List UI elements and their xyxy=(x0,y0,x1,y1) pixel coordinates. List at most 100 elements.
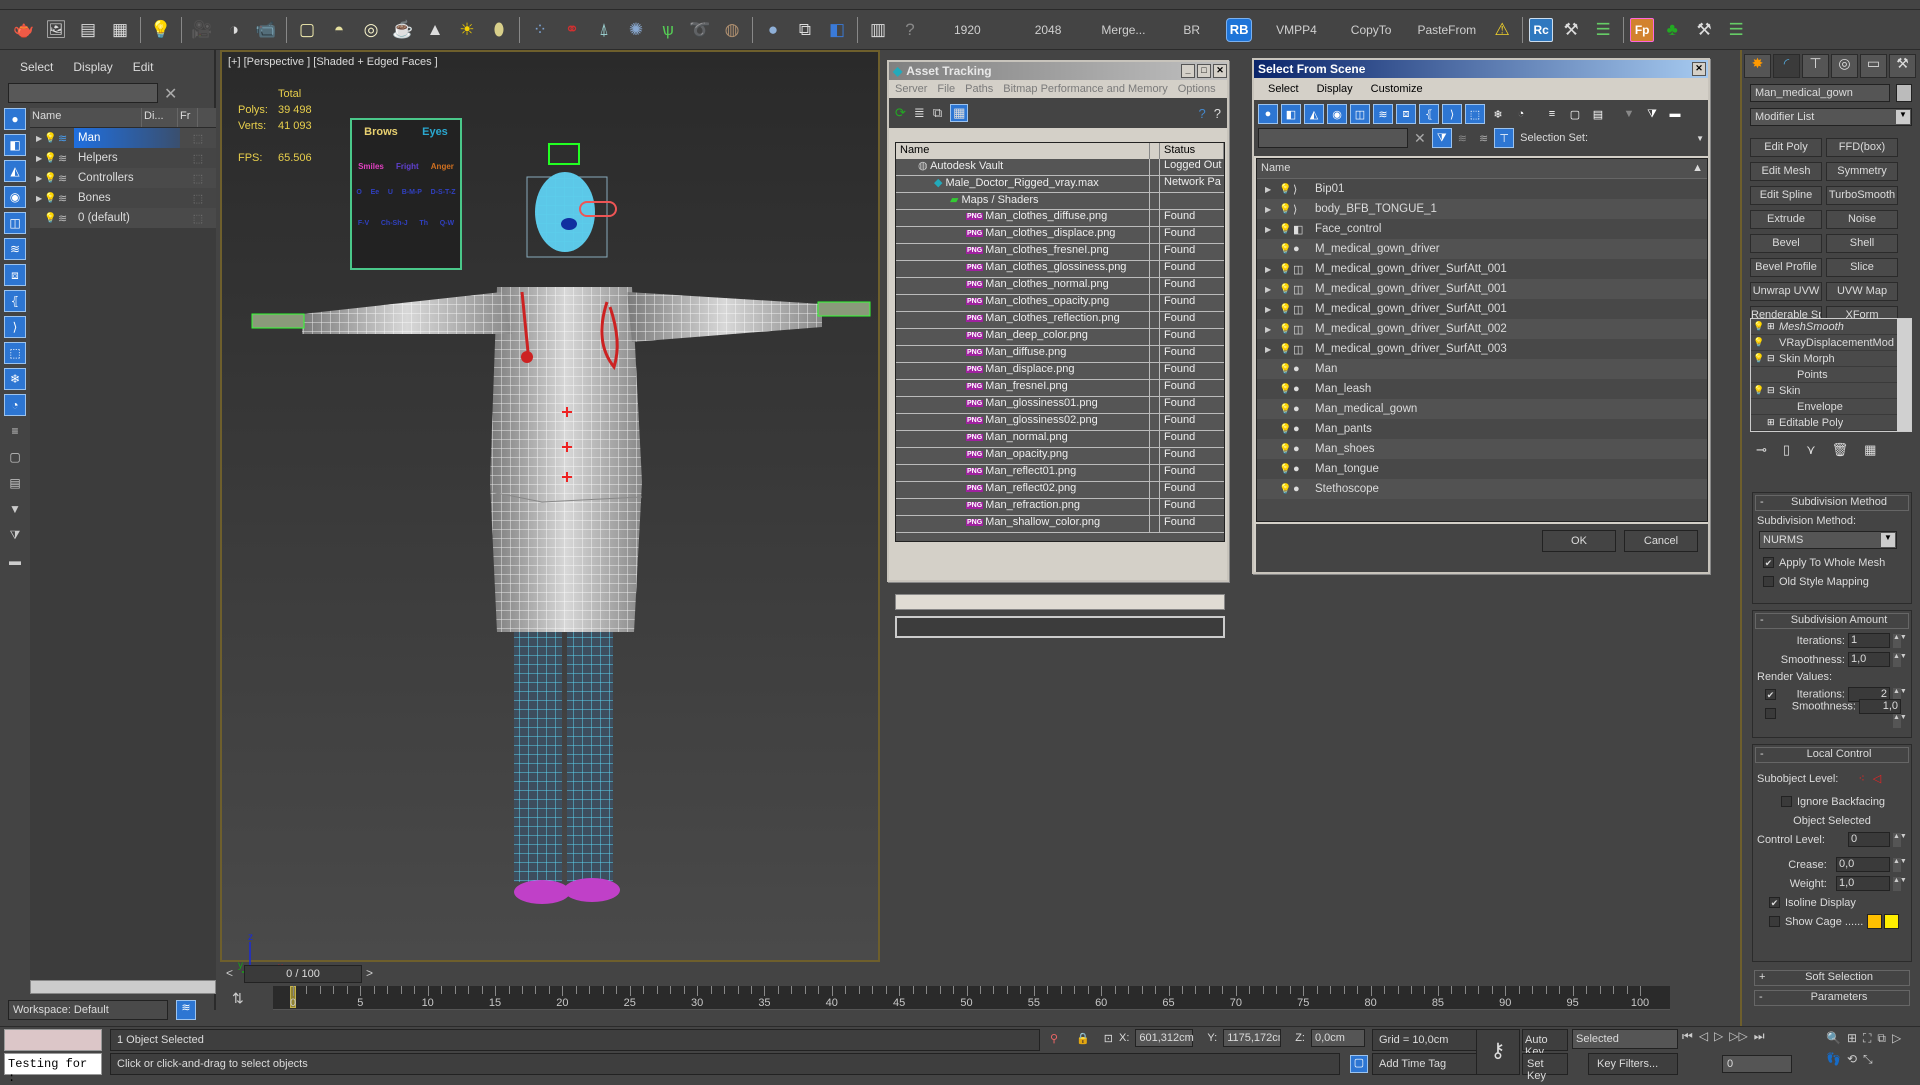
visibility-bulb-icon[interactable]: 💡 xyxy=(1279,204,1293,215)
scene-search-input[interactable] xyxy=(8,83,158,103)
copyto-button[interactable]: CopyTo xyxy=(1343,16,1400,44)
isolate-selection-icon[interactable]: ⚲ xyxy=(1050,1032,1058,1045)
asset-row[interactable]: PNG Man_shallow_color.png Found xyxy=(896,516,1224,533)
asset-row[interactable]: PNG Man_clothes_fresneI.png Found xyxy=(896,244,1224,261)
menu-display[interactable]: Display xyxy=(73,60,112,80)
key-filters-button[interactable]: Key Filters... xyxy=(1588,1053,1678,1075)
group-filter-icon[interactable]: ⧈ xyxy=(4,264,26,286)
hierarchy-tab-icon[interactable]: ⊤ xyxy=(1802,54,1829,78)
teapot-icon[interactable]: 🫖 xyxy=(10,16,38,44)
expand-arrow-icon[interactable]: ▶ xyxy=(1257,285,1279,294)
menu-edit[interactable]: Edit xyxy=(133,60,154,80)
geometry-filter-icon[interactable]: ● xyxy=(4,108,26,130)
zoom-icon[interactable]: 🔍 xyxy=(1826,1031,1841,1046)
rig-icon[interactable]: ⍋ xyxy=(590,16,618,44)
motion-tab-icon[interactable]: ◎ xyxy=(1831,54,1858,78)
scene-object-row[interactable]: 💡 ● Man_tongue xyxy=(1257,459,1707,479)
select-from-scene-titlebar[interactable]: Select From Scene ✕ xyxy=(1254,60,1708,78)
layer-icon[interactable]: ▥ xyxy=(864,16,892,44)
tools-icon[interactable]: ⚒ xyxy=(1557,16,1585,44)
crease-spinner[interactable]: 0,0 xyxy=(1836,857,1890,872)
list-view-icon[interactable]: ≣ xyxy=(914,105,925,121)
spinner-arrows[interactable]: ▲▼ xyxy=(1893,857,1907,872)
display-box-icon[interactable]: ⬚ xyxy=(180,152,216,165)
pin-stack-icon[interactable]: ⊸ xyxy=(1756,442,1767,458)
scene-object-row[interactable]: 💡 ● Man_leash xyxy=(1257,379,1707,399)
filter-icon[interactable]: ▼ xyxy=(4,498,26,520)
visibility-bulb-icon[interactable]: 💡 xyxy=(1279,344,1293,355)
shape-filter-icon[interactable]: ◧ xyxy=(1281,104,1301,124)
modifier-button[interactable]: Edit Mesh xyxy=(1750,162,1822,181)
visibility-bulb-icon[interactable]: 💡 xyxy=(1279,264,1293,275)
visibility-bulb-icon[interactable]: 💡 xyxy=(44,173,58,184)
menu-select[interactable]: Select xyxy=(1268,83,1299,95)
minimize-button[interactable]: _ xyxy=(1181,64,1195,78)
vertex-subobject-icon[interactable]: ⁖ xyxy=(1858,772,1864,785)
scene-object-row[interactable]: 💡 ● Man_shoes xyxy=(1257,439,1707,459)
expand-icon[interactable]: ⊞ xyxy=(1767,321,1779,332)
visibility-bulb-icon[interactable]: 💡 xyxy=(1279,404,1293,415)
layer-row[interactable]: 💡 ≋ 0 (default) ⬚ xyxy=(30,208,216,228)
camera-filter-icon[interactable]: ◉ xyxy=(1327,104,1347,124)
rc-button[interactable]: Rc xyxy=(1529,17,1554,42)
visibility-bulb-icon[interactable]: 💡 xyxy=(1279,244,1293,255)
scene-object-row[interactable]: 💡 ● Man_pants xyxy=(1257,419,1707,439)
collapse-icon[interactable]: ⊟ xyxy=(1767,353,1779,364)
walk-through-icon[interactable]: 👣 xyxy=(1826,1052,1841,1067)
asset-row[interactable]: PNG Man_glossiness02.png Found xyxy=(896,414,1224,431)
time-tag-icon[interactable]: ▢ xyxy=(1350,1055,1368,1073)
group-filter-icon[interactable]: ⧈ xyxy=(1396,104,1416,124)
light-lister-icon[interactable]: 💡 xyxy=(147,16,175,44)
scene-object-row[interactable]: ▶ 💡 ◫ M_medical_gown_driver_SurfAtt_001 xyxy=(1257,299,1707,319)
list-header[interactable]: Name ▲ xyxy=(1257,159,1707,179)
visibility-bulb-icon[interactable]: 💡 xyxy=(1279,484,1293,495)
goto-end-icon[interactable]: ⏭ xyxy=(1754,1029,1765,1044)
expand-arrow-icon[interactable]: ▶ xyxy=(1257,265,1279,274)
ignore-backfacing-checkbox[interactable] xyxy=(1781,796,1792,807)
filter-icon[interactable]: ▼ xyxy=(1619,104,1639,124)
modifier-button[interactable]: Slice xyxy=(1826,258,1898,277)
merge-button[interactable]: Merge... xyxy=(1093,16,1153,44)
geometry-filter-icon[interactable]: ● xyxy=(1258,104,1278,124)
menu-select[interactable]: Select xyxy=(20,60,53,80)
container-filter-icon[interactable]: ⬚ xyxy=(4,342,26,364)
visibility-bulb-icon[interactable]: 💡 xyxy=(1279,424,1293,435)
modifier-stack-item[interactable]: Envelope xyxy=(1751,399,1911,415)
camera-target-icon[interactable]: ◑ xyxy=(220,16,248,44)
asset-row[interactable]: PNG Man_diffuse.png Found xyxy=(896,346,1224,363)
rollout-header[interactable]: - Local Control xyxy=(1755,747,1909,763)
visibility-bulb-icon[interactable]: 💡 xyxy=(44,193,58,204)
scene-object-row[interactable]: ▶ 💡 ⟩ body_BFB_TONGUE_1 xyxy=(1257,199,1707,219)
expand-arrow-icon[interactable]: ▶ xyxy=(30,194,44,203)
frozen-filter-icon[interactable]: ❄ xyxy=(4,368,26,390)
display-box-icon[interactable]: ⬚ xyxy=(180,192,216,205)
grass-icon[interactable]: ѱ xyxy=(654,16,682,44)
frozen-filter-icon[interactable]: ❄ xyxy=(1488,104,1508,124)
orbit-icon[interactable]: ⟲ xyxy=(1847,1052,1857,1067)
ox-icon[interactable]: ◍ xyxy=(718,16,746,44)
asset-row[interactable]: PNG Man_fresneI.png Found xyxy=(896,380,1224,397)
set-key-button[interactable]: Set Key xyxy=(1522,1053,1568,1082)
spinner-arrows[interactable]: ▲▼ xyxy=(1893,652,1907,667)
column-name[interactable]: Name xyxy=(896,143,1150,159)
expand-arrow-icon[interactable]: ▶ xyxy=(1257,325,1279,334)
soft-selection-rollout[interactable]: + Soft Selection xyxy=(1752,968,1912,988)
help-icon[interactable]: ? xyxy=(1214,106,1221,121)
menu-file[interactable]: File xyxy=(937,83,955,95)
parameters-rollout[interactable]: - Parameters xyxy=(1752,988,1912,1008)
modifier-button[interactable]: Extrude xyxy=(1750,210,1822,229)
sort-by-layer-icon[interactable]: ≋ xyxy=(1479,132,1488,145)
visibility-bulb-icon[interactable]: 💡 xyxy=(1279,464,1293,475)
forest-icon[interactable]: ♣ xyxy=(1658,16,1686,44)
menu-server[interactable]: Server xyxy=(895,83,927,95)
stack-scrollbar[interactable] xyxy=(1897,319,1911,431)
z-coordinate-field[interactable]: 0,0cm xyxy=(1310,1029,1365,1047)
display-box-icon[interactable]: ⬚ xyxy=(180,212,216,225)
show-end-result-icon[interactable]: ▯ xyxy=(1783,442,1790,458)
expand-arrow-icon[interactable]: ▶ xyxy=(30,174,44,183)
layer-row[interactable]: ▶ 💡 ≋ Controllers ⬚ xyxy=(30,168,216,188)
menu-options[interactable]: Options xyxy=(1178,83,1216,95)
helper-filter-icon[interactable]: ◫ xyxy=(1350,104,1370,124)
next-frame-button[interactable]: > xyxy=(366,966,382,982)
expand-arrow-icon[interactable]: ▶ xyxy=(1257,345,1279,354)
